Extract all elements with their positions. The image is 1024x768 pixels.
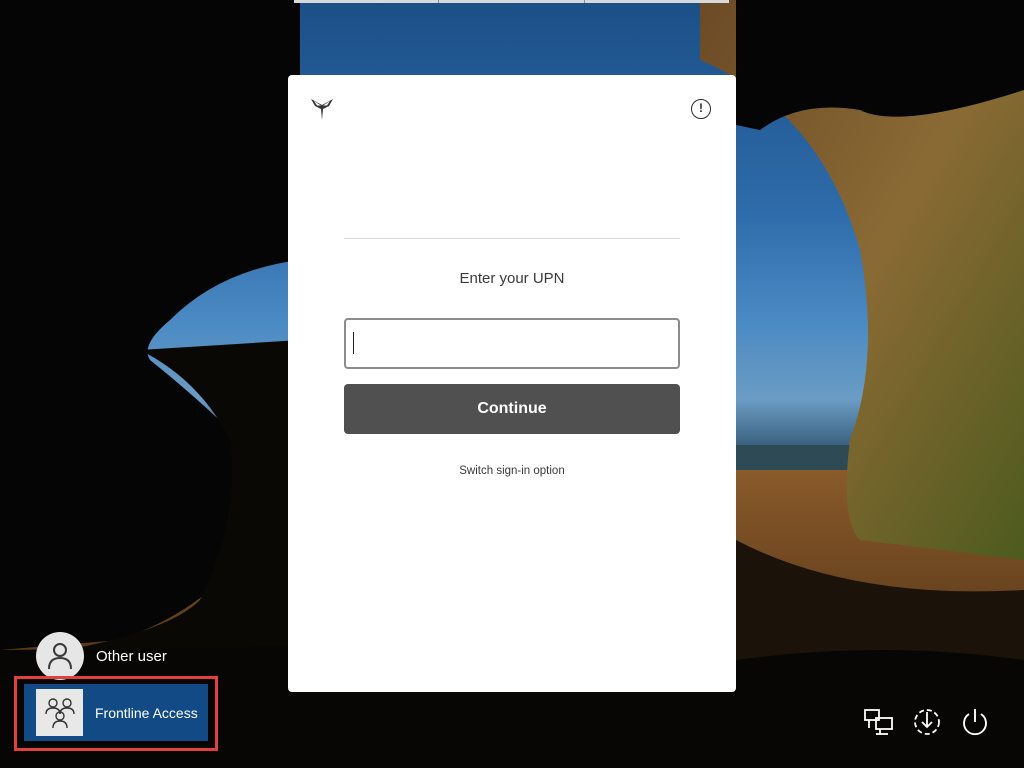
user-tile-other-user[interactable]: Other user bbox=[36, 632, 167, 680]
brand-logo-icon bbox=[311, 99, 333, 120]
upn-input[interactable] bbox=[344, 318, 680, 369]
accessibility-icon[interactable] bbox=[911, 706, 943, 738]
text-caret bbox=[353, 332, 354, 354]
power-icon[interactable] bbox=[959, 706, 991, 738]
user-name: Other user bbox=[96, 647, 167, 665]
sign-in-card: ! Enter your UPN Continue Switch sign-in… bbox=[288, 75, 736, 692]
divider bbox=[344, 238, 680, 239]
info-icon[interactable]: ! bbox=[691, 99, 711, 119]
upn-prompt: Enter your UPN bbox=[459, 270, 565, 287]
top-strip bbox=[294, 0, 729, 3]
network-icon[interactable] bbox=[863, 706, 895, 738]
avatar bbox=[36, 632, 84, 680]
switch-sign-in-option-link[interactable]: Switch sign-in option bbox=[288, 465, 736, 477]
person-icon bbox=[48, 643, 72, 670]
avatar bbox=[36, 689, 83, 736]
group-icon bbox=[44, 697, 75, 728]
continue-button[interactable]: Continue bbox=[344, 384, 680, 434]
user-tile-frontline-access[interactable]: Frontline Access bbox=[24, 684, 208, 741]
user-name: Frontline Access bbox=[95, 704, 198, 721]
